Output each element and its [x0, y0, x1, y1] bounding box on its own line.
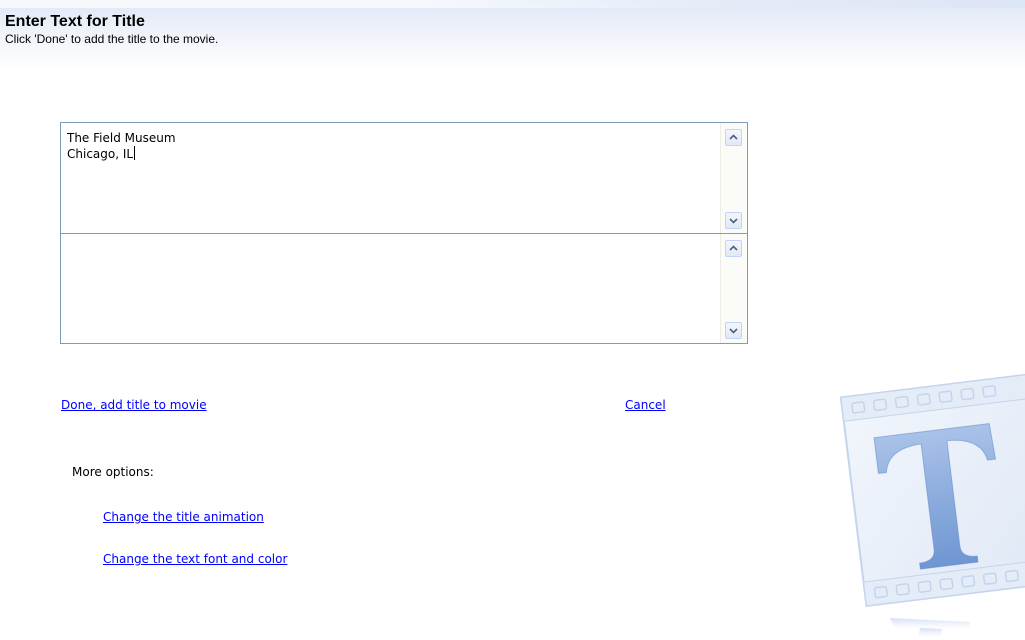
- scroll-down-button[interactable]: [725, 212, 742, 229]
- title-line-1: The Field Museum: [67, 131, 176, 145]
- upper-title-text-box[interactable]: The Field Museum Chicago, IL: [61, 123, 747, 233]
- upper-title-text: The Field Museum Chicago, IL: [67, 131, 707, 162]
- chevron-up-icon: [729, 134, 738, 140]
- scroll-up-button[interactable]: [725, 240, 742, 257]
- title-line-2: Chicago, IL: [67, 147, 134, 161]
- chevron-down-icon: [729, 218, 738, 224]
- scroll-up-button[interactable]: [725, 129, 742, 146]
- cancel-link[interactable]: Cancel: [625, 398, 666, 412]
- title-film-frame-icon: [839, 373, 1025, 640]
- lower-scrollbar[interactable]: [720, 234, 747, 343]
- text-caret: [134, 146, 136, 160]
- lower-title-text-box[interactable]: [61, 234, 747, 343]
- scroll-down-button[interactable]: [725, 322, 742, 339]
- chevron-up-icon: [729, 245, 738, 251]
- page-subtitle: Click 'Done' to add the title to the mov…: [5, 32, 219, 46]
- change-title-animation-link[interactable]: Change the title animation: [103, 510, 264, 524]
- more-options-label: More options:: [72, 465, 154, 479]
- title-editor-page: Enter Text for Title Click 'Done' to add…: [0, 0, 1025, 640]
- chevron-down-icon: [729, 328, 738, 334]
- title-text-editor: The Field Museum Chicago, IL: [60, 122, 748, 344]
- done-add-title-link[interactable]: Done, add title to movie: [61, 398, 207, 412]
- page-title: Enter Text for Title: [5, 13, 145, 30]
- change-text-font-color-link[interactable]: Change the text font and color: [103, 552, 287, 566]
- upper-scrollbar[interactable]: [720, 123, 747, 233]
